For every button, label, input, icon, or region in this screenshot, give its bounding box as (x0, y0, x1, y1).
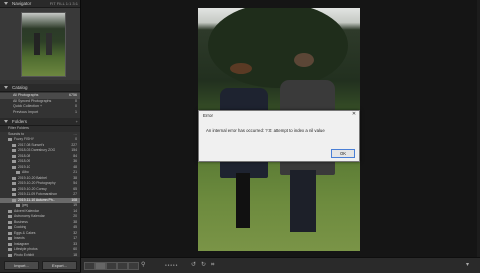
grid-view-icon[interactable] (84, 262, 95, 270)
catalog-title: Catalog (12, 85, 28, 90)
man-head (294, 53, 314, 67)
add-folder-icon[interactable]: + (76, 118, 78, 125)
loupe-view-icon[interactable] (95, 262, 106, 270)
close-icon[interactable]: ✕ (350, 111, 358, 118)
catalog-header[interactable]: Catalog (0, 84, 80, 92)
folder-icon (8, 237, 12, 241)
folder-icon (8, 231, 12, 235)
navigator-preview[interactable] (0, 8, 80, 80)
toolbar-menu-icon[interactable]: ▾ (466, 261, 469, 269)
folders-header[interactable]: Folders + (0, 118, 80, 126)
folder-icon (8, 226, 12, 230)
folder-icon (16, 204, 20, 208)
rotate-left-icon[interactable]: ↺ (191, 261, 196, 269)
collapse-triangle-icon[interactable] (4, 2, 8, 5)
dialog-title: Error (203, 113, 213, 118)
collapse-triangle-icon[interactable] (4, 86, 8, 89)
thumb-person-right (46, 33, 52, 55)
export-button[interactable]: Export... (42, 261, 77, 270)
collapse-triangle-icon[interactable] (4, 120, 8, 123)
photo-tree (208, 8, 348, 88)
crop-icon[interactable]: ⌗ (211, 261, 214, 269)
folder-icon (12, 143, 16, 147)
folder-icon (12, 149, 16, 153)
folder-icon (12, 154, 16, 158)
spray-can-icon[interactable]: ⚲ (141, 261, 145, 269)
error-message: An internal error has occurred: ?:0: att… (206, 128, 325, 133)
import-button[interactable]: Import... (4, 261, 39, 270)
folder-icon (12, 160, 16, 164)
folders-title: Folders (12, 119, 28, 124)
catalog-item[interactable]: Previous Import 1 (0, 110, 80, 116)
compare-view-icon[interactable] (106, 262, 117, 270)
woman-legs (236, 173, 250, 228)
folder-icon (8, 215, 12, 219)
folder-icon (12, 193, 16, 197)
navigator-thumbnail[interactable] (21, 12, 66, 77)
folder-icon (8, 242, 12, 246)
folder-icon (12, 187, 16, 191)
folder-icon (12, 198, 16, 202)
navigator-zoom-options[interactable]: FIT FILL 1:1 3:1 (50, 0, 78, 7)
folder-icon (16, 171, 20, 175)
navigator-title: Navigator (12, 1, 32, 6)
folder-icon (12, 165, 16, 169)
woman-hair (230, 63, 252, 74)
ok-button[interactable]: OK (331, 149, 355, 158)
man-legs (290, 170, 316, 232)
folder-icon (8, 248, 12, 252)
rating-stars-icon[interactable]: ● ● ● ● ● (165, 261, 177, 269)
catalog-list: All Photographs 6756 All Synced Photograp… (0, 92, 80, 115)
navigator-header[interactable]: Navigator FIT FILL 1:1 3:1 (0, 0, 80, 8)
bottom-toolbar: ⚲ ● ● ● ● ● ↺ ↻ ⌗ ▾ (81, 257, 480, 273)
folder-icon (12, 182, 16, 186)
folder-icon (8, 209, 12, 213)
folder-list: Fuzzy FISHY 0 2017-08 Sunset's 227 2018-03 D… (0, 137, 80, 258)
rotate-right-icon[interactable]: ↻ (201, 261, 206, 269)
folder-icon (12, 176, 16, 180)
people-view-icon[interactable] (128, 262, 139, 270)
folder-icon (8, 220, 12, 224)
folder-icon (8, 138, 12, 142)
survey-view-icon[interactable] (117, 262, 128, 270)
left-bottom-bar: Import... Export... (0, 257, 80, 272)
left-panel: Navigator FIT FILL 1:1 3:1 Catalog All P… (0, 0, 80, 272)
thumb-person-left (34, 33, 40, 55)
